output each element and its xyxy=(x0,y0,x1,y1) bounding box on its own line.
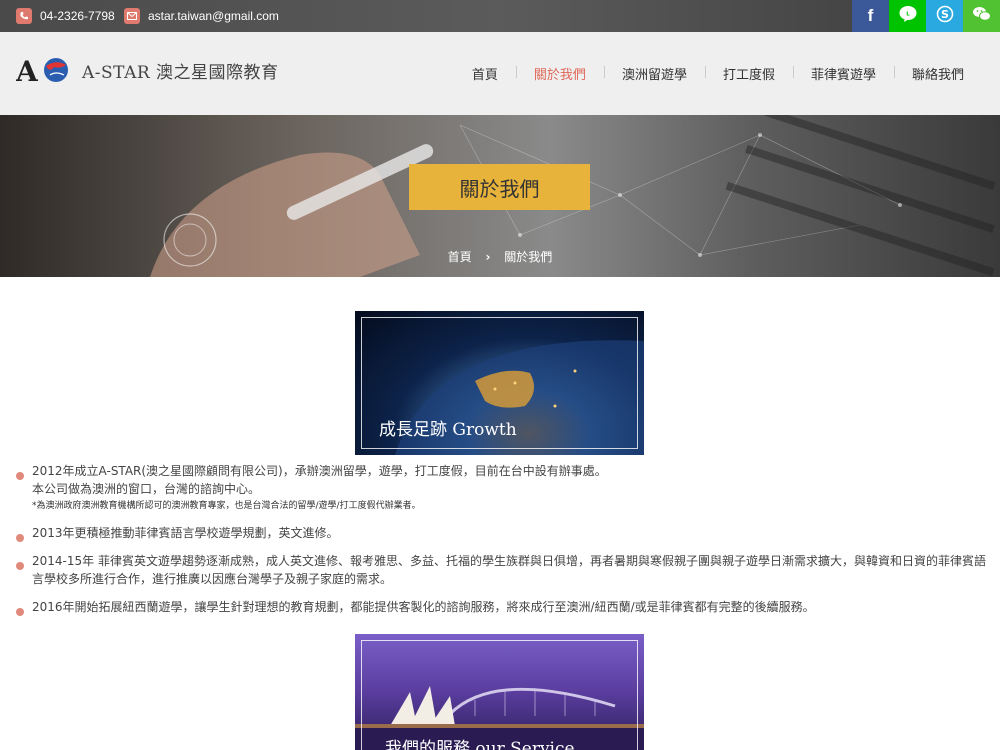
social-links: f L S W xyxy=(852,0,1000,32)
breadcrumb: 首頁 › 關於我們 xyxy=(0,248,1000,265)
skype-button[interactable]: S xyxy=(926,0,963,32)
list-item: 2012年成立A-STAR(澳之星國際顧問有限公司)，承辦澳洲留學，遊學，打工度… xyxy=(16,462,988,514)
growth-banner-caption: 成長足跡 Growth xyxy=(379,420,517,440)
list-item: 2016年開始拓展紐西蘭遊學，讓學生針對理想的教育規劃，都能提供客製化的諮詢服務… xyxy=(16,598,988,616)
phone-contact[interactable]: 04-2326-7798 xyxy=(16,0,115,32)
line-button[interactable]: L xyxy=(889,0,926,32)
list-item-line: 2013年更積極推動菲律賓語言學校遊學規劃，英文進修。 xyxy=(32,526,339,540)
mail-icon xyxy=(124,8,140,24)
list-item-line: 2012年成立A-STAR(澳之星國際顧問有限公司)，承辦澳洲留學，遊學，打工度… xyxy=(32,464,607,478)
phone-icon xyxy=(16,8,32,24)
chevron-right-icon: › xyxy=(485,249,491,264)
growth-banner-image: 成長足跡 Growth xyxy=(355,311,644,455)
nav-contact[interactable]: 聯絡我們 xyxy=(893,64,982,83)
list-item: 2013年更積極推動菲律賓語言學校遊學規劃，英文進修。 xyxy=(16,524,988,542)
top-contact-bar: 04-2326-7798 astar.taiwan@gmail.com f L … xyxy=(0,0,1000,32)
bullet-dot-icon xyxy=(16,472,24,480)
phone-number: 04-2326-7798 xyxy=(40,9,115,23)
svg-text:A: A xyxy=(16,55,39,85)
astar-logo-icon: A xyxy=(16,55,68,85)
line-icon-label: L xyxy=(906,11,910,17)
nav-working-holiday[interactable]: 打工度假 xyxy=(704,64,793,83)
wechat-icon: W xyxy=(972,6,992,27)
site-logo[interactable]: A A-STAR 澳之星國際教育 xyxy=(16,55,279,85)
page-title: 關於我們 xyxy=(409,164,590,210)
nav-home[interactable]: 首頁 xyxy=(454,64,516,83)
bullet-dot-icon xyxy=(16,608,24,616)
email-contact[interactable]: astar.taiwan@gmail.com xyxy=(124,0,279,32)
nav-australia-study[interactable]: 澳洲留遊學 xyxy=(603,64,705,83)
list-item-note: *為澳洲政府澳洲教育機構所認可的澳洲教育專家，也是台灣合法的留學/遊學/打工度假… xyxy=(32,501,421,511)
skype-icon-label: S xyxy=(941,8,949,21)
nav-philippines-study[interactable]: 菲律賓遊學 xyxy=(792,64,894,83)
hero-banner: 關於我們 首頁 › 關於我們 xyxy=(0,115,1000,277)
bullet-dot-icon xyxy=(16,534,24,542)
nav-about[interactable]: 關於我們 xyxy=(515,64,604,83)
history-list: 2012年成立A-STAR(澳之星國際顧問有限公司)，承辦澳洲留學，遊學，打工度… xyxy=(16,462,988,626)
facebook-button[interactable]: f xyxy=(852,0,889,32)
list-item-line: 2014-15年 菲律賓英文遊學趨勢逐漸成熟，成人英文進修、報考雅思、多益、托福… xyxy=(32,554,986,586)
wechat-button[interactable]: W xyxy=(963,0,1000,32)
logo-text: A-STAR 澳之星國際教育 xyxy=(82,62,279,83)
line-icon: L xyxy=(898,5,918,28)
skype-icon: S xyxy=(936,5,954,28)
facebook-icon: f xyxy=(867,6,874,25)
list-item: 2014-15年 菲律賓英文遊學趨勢逐漸成熟，成人英文進修、報考雅思、多益、托福… xyxy=(16,552,988,588)
breadcrumb-current: 關於我們 xyxy=(504,250,553,264)
list-item-line: 本公司做為澳洲的窗口，台灣的諮詢中心。 xyxy=(32,482,261,496)
breadcrumb-home[interactable]: 首頁 xyxy=(448,248,472,265)
email-address: astar.taiwan@gmail.com xyxy=(148,9,279,23)
site-header: A A-STAR 澳之星國際教育 首頁 關於我們 澳洲留遊學 打工度假 菲律賓遊… xyxy=(0,32,1000,115)
list-item-line: 2016年開始拓展紐西蘭遊學，讓學生針對理想的教育規劃，都能提供客製化的諮詢服務… xyxy=(32,600,815,614)
main-nav: 首頁 關於我們 澳洲留遊學 打工度假 菲律賓遊學 聯絡我們 xyxy=(454,32,982,115)
service-banner-caption: 我們的服務 our Service xyxy=(385,739,575,750)
bullet-dot-icon xyxy=(16,562,24,570)
service-banner-image: 我們的服務 our Service xyxy=(355,634,644,750)
